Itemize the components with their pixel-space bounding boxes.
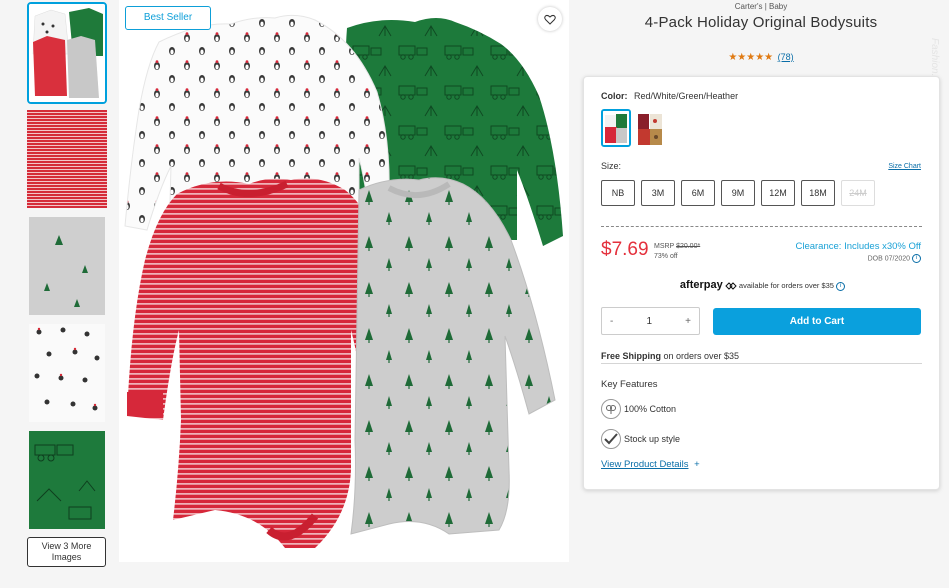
feature-stock-up-text: Stock up style bbox=[624, 434, 681, 444]
divider bbox=[601, 363, 922, 364]
product-rating: ★★★★★ (78) bbox=[585, 52, 937, 63]
heart-icon bbox=[544, 14, 556, 25]
msrp-value: $20.00* bbox=[676, 243, 701, 250]
size-option-3m[interactable]: 3M bbox=[641, 180, 675, 206]
thumbnail-green-trains[interactable] bbox=[27, 431, 107, 529]
size-option-24m: 24M bbox=[841, 180, 875, 206]
thumbnail-gray-trees[interactable] bbox=[27, 217, 107, 315]
quantity-decrement-button[interactable]: - bbox=[610, 316, 613, 327]
free-shipping-rest: on orders over $35 bbox=[661, 351, 740, 361]
afterpay-arrows-icon bbox=[725, 282, 737, 290]
swatch-red-white-green-heather[interactable] bbox=[601, 109, 631, 147]
feature-stock-up: Stock up style bbox=[601, 429, 680, 449]
rating-stars-icon: ★★★★★ bbox=[728, 52, 774, 63]
percent-off: 73% off bbox=[654, 253, 678, 260]
checkmark-icon bbox=[601, 429, 621, 449]
size-option-18m[interactable]: 18M bbox=[801, 180, 835, 206]
free-shipping-bold: Free Shipping bbox=[601, 351, 662, 361]
quantity-value[interactable]: 1 bbox=[646, 316, 652, 327]
free-shipping-text: Free Shipping on orders over $35 bbox=[601, 351, 739, 361]
view-product-details-label: View Product Details bbox=[601, 459, 689, 470]
msrp-label: MSRP bbox=[654, 243, 675, 250]
color-row: Color: Red/White/Green/Heather bbox=[601, 91, 738, 101]
thumbnail-green-trains-image bbox=[29, 431, 105, 529]
size-option-9m[interactable]: 9M bbox=[721, 180, 755, 206]
feature-cotton-text: 100% Cotton bbox=[624, 404, 677, 414]
size-option-6m[interactable]: 6M bbox=[681, 180, 715, 206]
divider-dashed bbox=[601, 226, 922, 227]
brand-breadcrumb[interactable]: Carter's | Baby bbox=[585, 2, 937, 11]
purchase-panel: Color: Red/White/Green/Heather Size: Siz… bbox=[583, 76, 940, 490]
view-more-line2: Images bbox=[51, 552, 82, 562]
add-to-cart-button[interactable]: Add to Cart bbox=[713, 308, 921, 335]
thumbnail-white-penguins-image bbox=[29, 324, 105, 422]
best-seller-badge: Best Seller bbox=[125, 6, 211, 30]
review-count-link[interactable]: (78) bbox=[778, 52, 794, 62]
swatch-alternate[interactable] bbox=[636, 111, 664, 147]
msrp-block: MSRP $20.00* 73% off bbox=[654, 242, 700, 262]
quantity-increment-button[interactable]: + bbox=[685, 316, 691, 327]
product-page: View 3 More Images Best Seller Carter's … bbox=[0, 0, 949, 588]
view-more-images-button[interactable]: View 3 More Images bbox=[27, 537, 106, 567]
size-options: NB 3M 6M 9M 12M 18M 24M bbox=[601, 180, 875, 206]
afterpay-row: afterpay available for orders over $35 i bbox=[584, 279, 941, 291]
size-label: Size: bbox=[601, 161, 622, 171]
thumbnail-red-stripe-image bbox=[27, 110, 107, 208]
bodysuits-illustration bbox=[119, 0, 569, 562]
size-option-12m[interactable]: 12M bbox=[761, 180, 795, 206]
afterpay-logo: afterpay bbox=[679, 279, 723, 291]
swatch-image bbox=[603, 111, 629, 145]
product-title: 4-Pack Holiday Original Bodysuits bbox=[644, 14, 878, 31]
thumbnail-white-penguins[interactable] bbox=[27, 324, 107, 422]
sale-price: $7.69 bbox=[601, 239, 649, 260]
view-more-line1: View 3 More bbox=[41, 541, 92, 551]
wishlist-button[interactable] bbox=[538, 7, 562, 31]
color-label: Color: bbox=[601, 91, 628, 101]
info-icon[interactable]: i bbox=[912, 254, 921, 263]
swatch-alternate-image bbox=[636, 111, 664, 147]
cotton-icon bbox=[601, 399, 621, 419]
dob-value: DOB 07/2020 bbox=[867, 255, 911, 263]
color-value: Red/White/Green/Heather bbox=[634, 91, 739, 101]
thumbnail-all-four-image bbox=[29, 4, 105, 102]
main-product-image[interactable]: Best Seller bbox=[119, 0, 569, 562]
view-product-details-link[interactable]: View Product Details + bbox=[601, 459, 700, 470]
plus-icon: + bbox=[694, 459, 700, 470]
thumbnail-gray-trees-image bbox=[29, 217, 105, 315]
afterpay-info-icon[interactable]: i bbox=[836, 281, 846, 291]
feature-cotton: 100% Cotton bbox=[601, 399, 676, 419]
size-option-nb[interactable]: NB bbox=[601, 180, 635, 206]
clearance-text: Clearance: Includes x30% Off bbox=[795, 241, 921, 252]
thumbnail-red-stripe[interactable] bbox=[27, 110, 107, 208]
size-chart-link[interactable]: Size Chart bbox=[888, 163, 921, 170]
afterpay-text: available for orders over $35 bbox=[738, 281, 834, 290]
key-features-heading: Key Features bbox=[601, 379, 658, 390]
thumbnail-all-four[interactable] bbox=[27, 2, 107, 104]
quantity-stepper: - 1 + bbox=[601, 307, 700, 335]
dob-text: DOB 07/2020 i bbox=[868, 254, 921, 263]
